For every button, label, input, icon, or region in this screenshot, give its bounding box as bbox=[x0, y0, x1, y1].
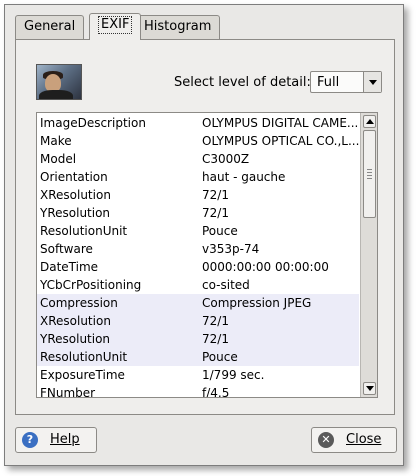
tab-general-label: General bbox=[24, 19, 76, 34]
help-button[interactable]: ? Help bbox=[15, 427, 97, 453]
exif-value: OLYMPUS DIGITAL CAME... bbox=[202, 116, 359, 130]
exif-row[interactable]: FNumber f/4.5 bbox=[37, 384, 359, 398]
exif-value: v353p-74 bbox=[202, 242, 260, 256]
detail-level-label: Select level of detail: bbox=[174, 75, 311, 90]
exif-row[interactable]: XResolution 72/1 bbox=[37, 312, 359, 330]
detail-level-value: Full bbox=[317, 75, 340, 90]
exif-key: Software bbox=[40, 242, 93, 256]
exif-value: co-sited bbox=[202, 278, 250, 292]
close-button[interactable]: ✕ Close bbox=[311, 427, 397, 453]
scroll-up-icon[interactable] bbox=[363, 115, 376, 128]
exif-value: Compression JPEG bbox=[202, 296, 312, 310]
scroll-thumb[interactable] bbox=[363, 130, 376, 218]
scroll-down-icon[interactable] bbox=[363, 382, 376, 395]
exif-key: Compression bbox=[40, 296, 118, 310]
exif-row[interactable]: Make OLYMPUS OPTICAL CO.,L... bbox=[37, 132, 359, 150]
exif-value: 1/799 sec. bbox=[202, 368, 265, 382]
exif-value: 72/1 bbox=[202, 206, 229, 220]
exif-value: haut - gauche bbox=[202, 170, 286, 184]
exif-row[interactable]: DateTime 0000:00:00 00:00:00 bbox=[37, 258, 359, 276]
exif-rows: ImageDescription OLYMPUS DIGITAL CAME... M… bbox=[37, 114, 359, 398]
vertical-scrollbar[interactable] bbox=[360, 113, 377, 397]
close-button-label: Close bbox=[346, 432, 382, 447]
help-button-label: Help bbox=[50, 432, 80, 447]
exif-value: 72/1 bbox=[202, 332, 229, 346]
exif-row[interactable]: Software v353p-74 bbox=[37, 240, 359, 258]
exif-key: ExposureTime bbox=[40, 368, 125, 382]
image-thumbnail bbox=[36, 64, 82, 100]
exif-key: XResolution bbox=[40, 314, 111, 328]
image-properties-dialog: General EXIF Histogram Select level of d… bbox=[4, 4, 404, 466]
exif-value: Pouce bbox=[202, 224, 238, 238]
tab-general[interactable]: General bbox=[15, 15, 85, 39]
tab-exif-label: EXIF bbox=[98, 16, 133, 34]
exif-row[interactable]: XResolution 72/1 bbox=[37, 186, 359, 204]
detail-level-select[interactable]: Full bbox=[310, 71, 382, 93]
exif-row[interactable]: Model C3000Z bbox=[37, 150, 359, 168]
tab-histogram-label: Histogram bbox=[144, 19, 212, 34]
exif-value: 72/1 bbox=[202, 314, 229, 328]
exif-row[interactable]: YCbCrPositioning co-sited bbox=[37, 276, 359, 294]
exif-key: YCbCrPositioning bbox=[40, 278, 142, 292]
exif-row[interactable]: Orientation haut - gauche bbox=[37, 168, 359, 186]
exif-value: 0000:00:00 00:00:00 bbox=[202, 260, 329, 274]
exif-row[interactable]: ImageDescription OLYMPUS DIGITAL CAME... bbox=[37, 114, 359, 132]
exif-key: ResolutionUnit bbox=[40, 224, 128, 238]
tab-histogram[interactable]: Histogram bbox=[135, 15, 221, 39]
exif-key: Model bbox=[40, 152, 77, 166]
exif-key: Make bbox=[40, 134, 72, 148]
exif-value: 72/1 bbox=[202, 188, 229, 202]
exif-key: YResolution bbox=[40, 206, 111, 220]
exif-row[interactable]: ResolutionUnit Pouce bbox=[37, 222, 359, 240]
exif-key: YResolution bbox=[40, 332, 111, 346]
exif-row[interactable]: Compression Compression JPEG bbox=[37, 294, 359, 312]
exif-value: C3000Z bbox=[202, 152, 250, 166]
exif-row[interactable]: ExposureTime 1/799 sec. bbox=[37, 366, 359, 384]
chevron-down-icon[interactable] bbox=[363, 72, 381, 92]
exif-row[interactable]: YResolution 72/1 bbox=[37, 330, 359, 348]
exif-key: Orientation bbox=[40, 170, 108, 184]
exif-row[interactable]: ResolutionUnit Pouce bbox=[37, 348, 359, 366]
help-icon: ? bbox=[22, 432, 38, 448]
close-icon: ✕ bbox=[318, 432, 334, 448]
exif-row[interactable]: YResolution 72/1 bbox=[37, 204, 359, 222]
exif-key: DateTime bbox=[40, 260, 99, 274]
exif-value: f/4.5 bbox=[202, 386, 230, 398]
exif-list[interactable]: ImageDescription OLYMPUS DIGITAL CAME... M… bbox=[36, 112, 378, 398]
exif-panel: Select level of detail: Full ImageDescri… bbox=[15, 39, 395, 415]
exif-key: XResolution bbox=[40, 188, 111, 202]
exif-value: Pouce bbox=[202, 350, 238, 364]
exif-key: ResolutionUnit bbox=[40, 350, 128, 364]
exif-key: FNumber bbox=[40, 386, 96, 398]
tab-exif[interactable]: EXIF bbox=[89, 13, 142, 40]
exif-value: OLYMPUS OPTICAL CO.,L... bbox=[202, 134, 360, 148]
exif-key: ImageDescription bbox=[40, 116, 146, 130]
